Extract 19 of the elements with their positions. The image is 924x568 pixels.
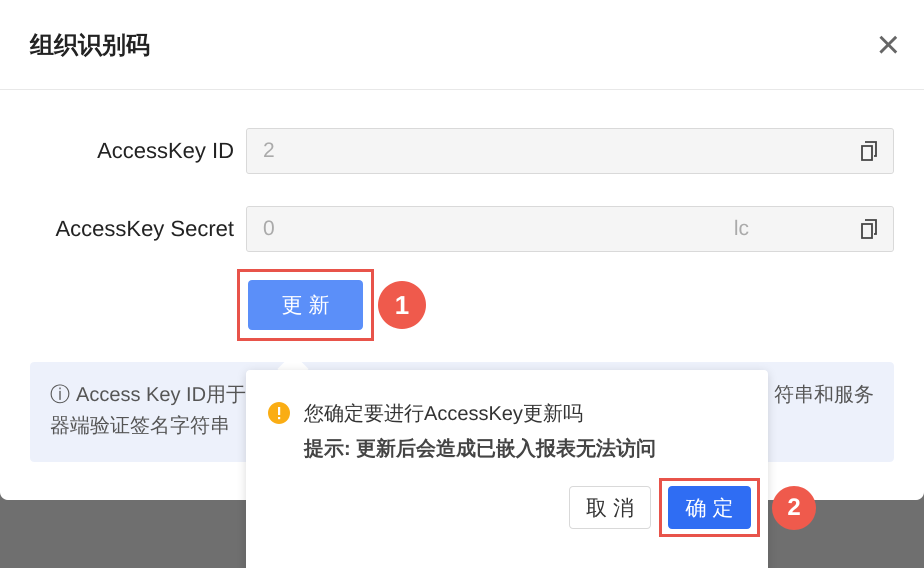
dialog-title: 组织识别码 <box>30 30 150 60</box>
field-value: 0 <box>263 217 275 241</box>
cancel-button[interactable]: 取 消 <box>569 486 651 529</box>
field-value: 2 <box>263 139 275 163</box>
field-label: AccessKey ID <box>96 138 235 164</box>
info-text: 器端验证签名字符串 <box>50 414 231 439</box>
info-text: ⓘ Access Key ID用于 <box>50 383 246 408</box>
close-button[interactable]: × <box>872 24 904 64</box>
field-value: lc <box>734 217 749 241</box>
field-label: AccessKey Secret <box>54 216 235 242</box>
confirm-message: 您确定要进行AccessKey更新吗 <box>304 402 584 427</box>
info-text: 符串和服务 <box>774 383 874 408</box>
copy-icon[interactable] <box>859 140 879 162</box>
confirm-button[interactable]: 确 定 <box>668 486 751 529</box>
confirm-hint: 提示: 更新后会造成已嵌入报表无法访问 <box>304 436 656 462</box>
step-badge: 1 <box>378 281 426 329</box>
update-button[interactable]: 更 新 <box>248 280 363 330</box>
warning-icon <box>268 402 290 424</box>
copy-icon[interactable] <box>859 218 879 240</box>
